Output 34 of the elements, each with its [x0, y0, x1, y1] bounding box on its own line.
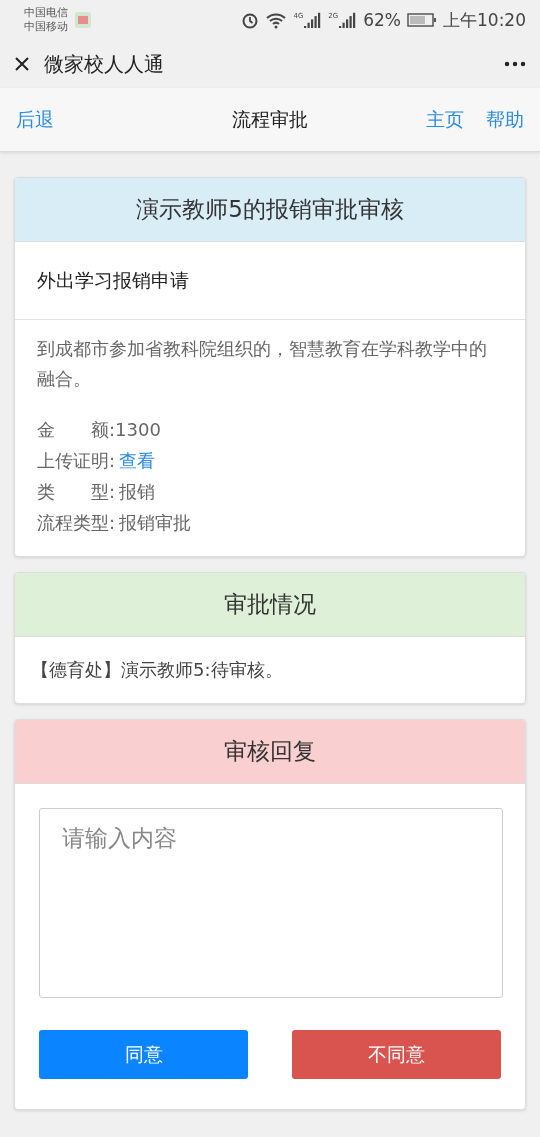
- field-label: 上传证明:: [37, 449, 116, 473]
- nav-link[interactable]: 帮助: [486, 106, 524, 133]
- field-label: 流程类型:: [37, 511, 116, 535]
- reject-button[interactable]: 不同意: [292, 1030, 501, 1079]
- request-subject: 外出学习报销申请: [15, 242, 525, 320]
- card-header: 审核回复: [15, 720, 525, 784]
- window-title: 微家校人人通: [44, 50, 164, 78]
- signal-icon: [339, 12, 358, 28]
- app-notification-icon: [74, 11, 92, 29]
- approval-entry: 【德育处】演示教师5:待审核。: [30, 658, 284, 682]
- battery-icon: [407, 12, 437, 28]
- reply-input-field[interactable]: 请输入内容: [39, 808, 503, 998]
- page-title: 流程审批: [231, 106, 309, 132]
- card-header: 演示教师5的报销审批审核: [15, 178, 525, 242]
- clock-time: 上午10:20: [443, 8, 526, 32]
- field-value: 报销: [119, 480, 156, 504]
- approve-button[interactable]: 同意: [39, 1030, 248, 1079]
- field-value: 1300: [115, 418, 161, 442]
- carrier-name: 中国移动: [24, 20, 68, 34]
- alarm-icon: [241, 11, 260, 29]
- card-header: 审批情况: [15, 573, 525, 637]
- battery-percent: 62%: [363, 10, 401, 30]
- request-description: 到成都市参加省教科院组织的，智慧教育在学科教学中的融合。: [36, 337, 488, 391]
- back-link[interactable]: 后退: [16, 106, 54, 133]
- field-label: 金 额:: [37, 418, 116, 442]
- field-value: 报销审批: [119, 511, 192, 535]
- signal-icon: [304, 12, 323, 28]
- field-label: 类 型:: [37, 480, 116, 504]
- view-link[interactable]: 查看: [119, 445, 156, 476]
- close-icon[interactable]: [14, 56, 30, 72]
- carrier-name: 中国电信: [24, 6, 68, 20]
- wifi-icon: [265, 11, 288, 29]
- more-icon[interactable]: [504, 61, 526, 67]
- nav-link[interactable]: 主页: [426, 106, 464, 133]
